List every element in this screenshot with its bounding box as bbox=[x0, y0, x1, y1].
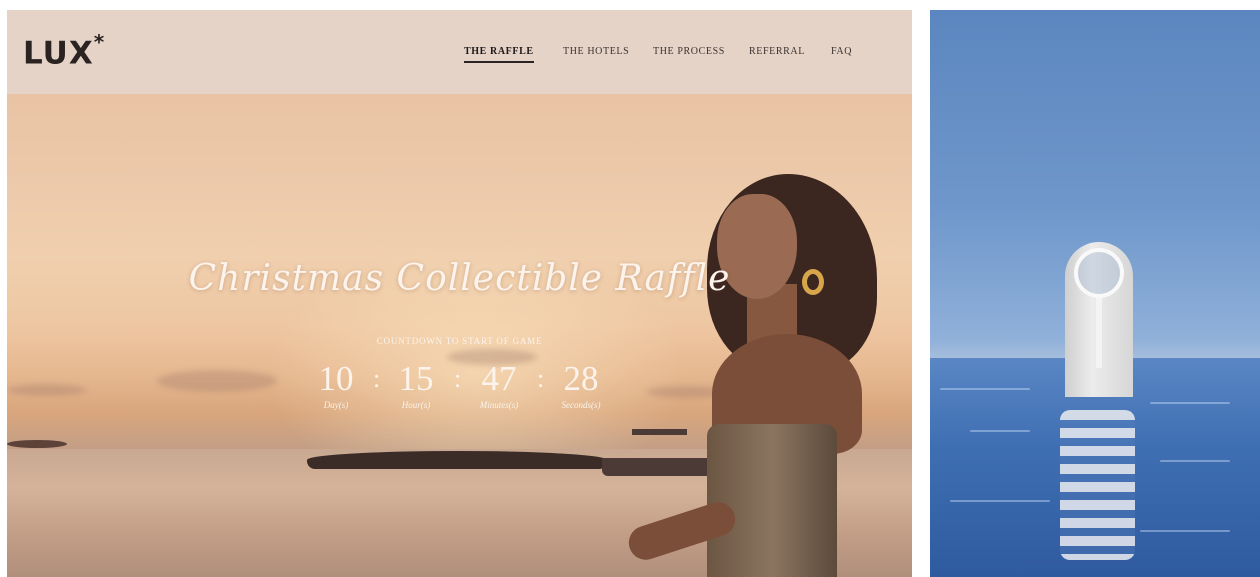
cloud bbox=[7, 384, 87, 396]
countdown-label: COUNTDOWN TO START OF GAME bbox=[376, 336, 543, 346]
countdown-separator: : bbox=[373, 364, 381, 393]
countdown-hours: 15 Hour(s) bbox=[391, 359, 441, 411]
nav-item-faq[interactable]: FAQ bbox=[831, 46, 852, 57]
countdown-minutes: 47 Minutes(s) bbox=[474, 359, 524, 411]
nav-item-label: REFERRAL bbox=[749, 46, 805, 57]
collectible-tag-in-sea-image bbox=[930, 10, 1260, 577]
countdown-seconds: 28 Seconds(s) bbox=[556, 359, 606, 411]
nav-item-label: FAQ bbox=[831, 46, 853, 57]
site-header: LUX* THE RAFFLE THE HOTELS THE PROCESS R… bbox=[7, 10, 912, 94]
hours-value: 15 bbox=[398, 359, 434, 398]
water-ripple bbox=[970, 430, 1030, 432]
tag-ring bbox=[1074, 248, 1124, 298]
active-nav-indicator bbox=[464, 61, 534, 63]
water-ripple bbox=[940, 388, 1030, 390]
dress bbox=[707, 424, 837, 577]
countdown-separator: : bbox=[537, 364, 545, 393]
woman-photo bbox=[617, 174, 912, 577]
hero-banner: Christmas Collectible Raffle COUNTDOWN T… bbox=[7, 94, 912, 577]
minutes-caption: Minutes(s) bbox=[479, 400, 519, 410]
nav-item-the-raffle[interactable]: THE RAFFLE bbox=[464, 46, 534, 63]
days-caption: Day(s) bbox=[323, 400, 349, 410]
main-nav: THE RAFFLE THE HOTELS THE PROCESS REFERR… bbox=[7, 46, 912, 66]
water-ripple bbox=[1150, 402, 1230, 404]
water-ripple bbox=[950, 500, 1050, 502]
water-ripple bbox=[1160, 460, 1230, 462]
countdown-timer: 10 Day(s) : 15 Hour(s) : 47 Minutes(s) :… bbox=[311, 359, 611, 411]
nav-item-label: THE RAFFLE bbox=[464, 46, 534, 57]
nav-item-label: THE HOTELS bbox=[563, 46, 630, 57]
water-ripple bbox=[1140, 530, 1230, 532]
days-value: 10 bbox=[318, 359, 354, 398]
nav-item-referral[interactable]: REFERRAL bbox=[749, 46, 805, 57]
collectible-tag bbox=[1065, 242, 1133, 397]
nav-item-the-hotels[interactable]: THE HOTELS bbox=[563, 46, 629, 57]
hours-caption: Hour(s) bbox=[401, 400, 431, 410]
tag-reflection bbox=[1060, 410, 1135, 560]
website-screenshot: LUX* THE RAFFLE THE HOTELS THE PROCESS R… bbox=[7, 10, 912, 577]
seconds-value: 28 bbox=[563, 359, 599, 398]
tag-slot bbox=[1096, 298, 1102, 368]
island bbox=[7, 440, 67, 448]
minutes-value: 47 bbox=[481, 359, 517, 398]
countdown-separator: : bbox=[454, 364, 462, 393]
hero-title: Christmas Collectible Raffle bbox=[188, 258, 731, 299]
countdown-days: 10 Day(s) bbox=[311, 359, 361, 411]
cloud bbox=[157, 370, 277, 392]
island bbox=[307, 451, 607, 469]
seconds-caption: Seconds(s) bbox=[561, 400, 601, 410]
nav-item-the-process[interactable]: THE PROCESS bbox=[653, 46, 725, 57]
nav-item-label: THE PROCESS bbox=[653, 46, 725, 57]
